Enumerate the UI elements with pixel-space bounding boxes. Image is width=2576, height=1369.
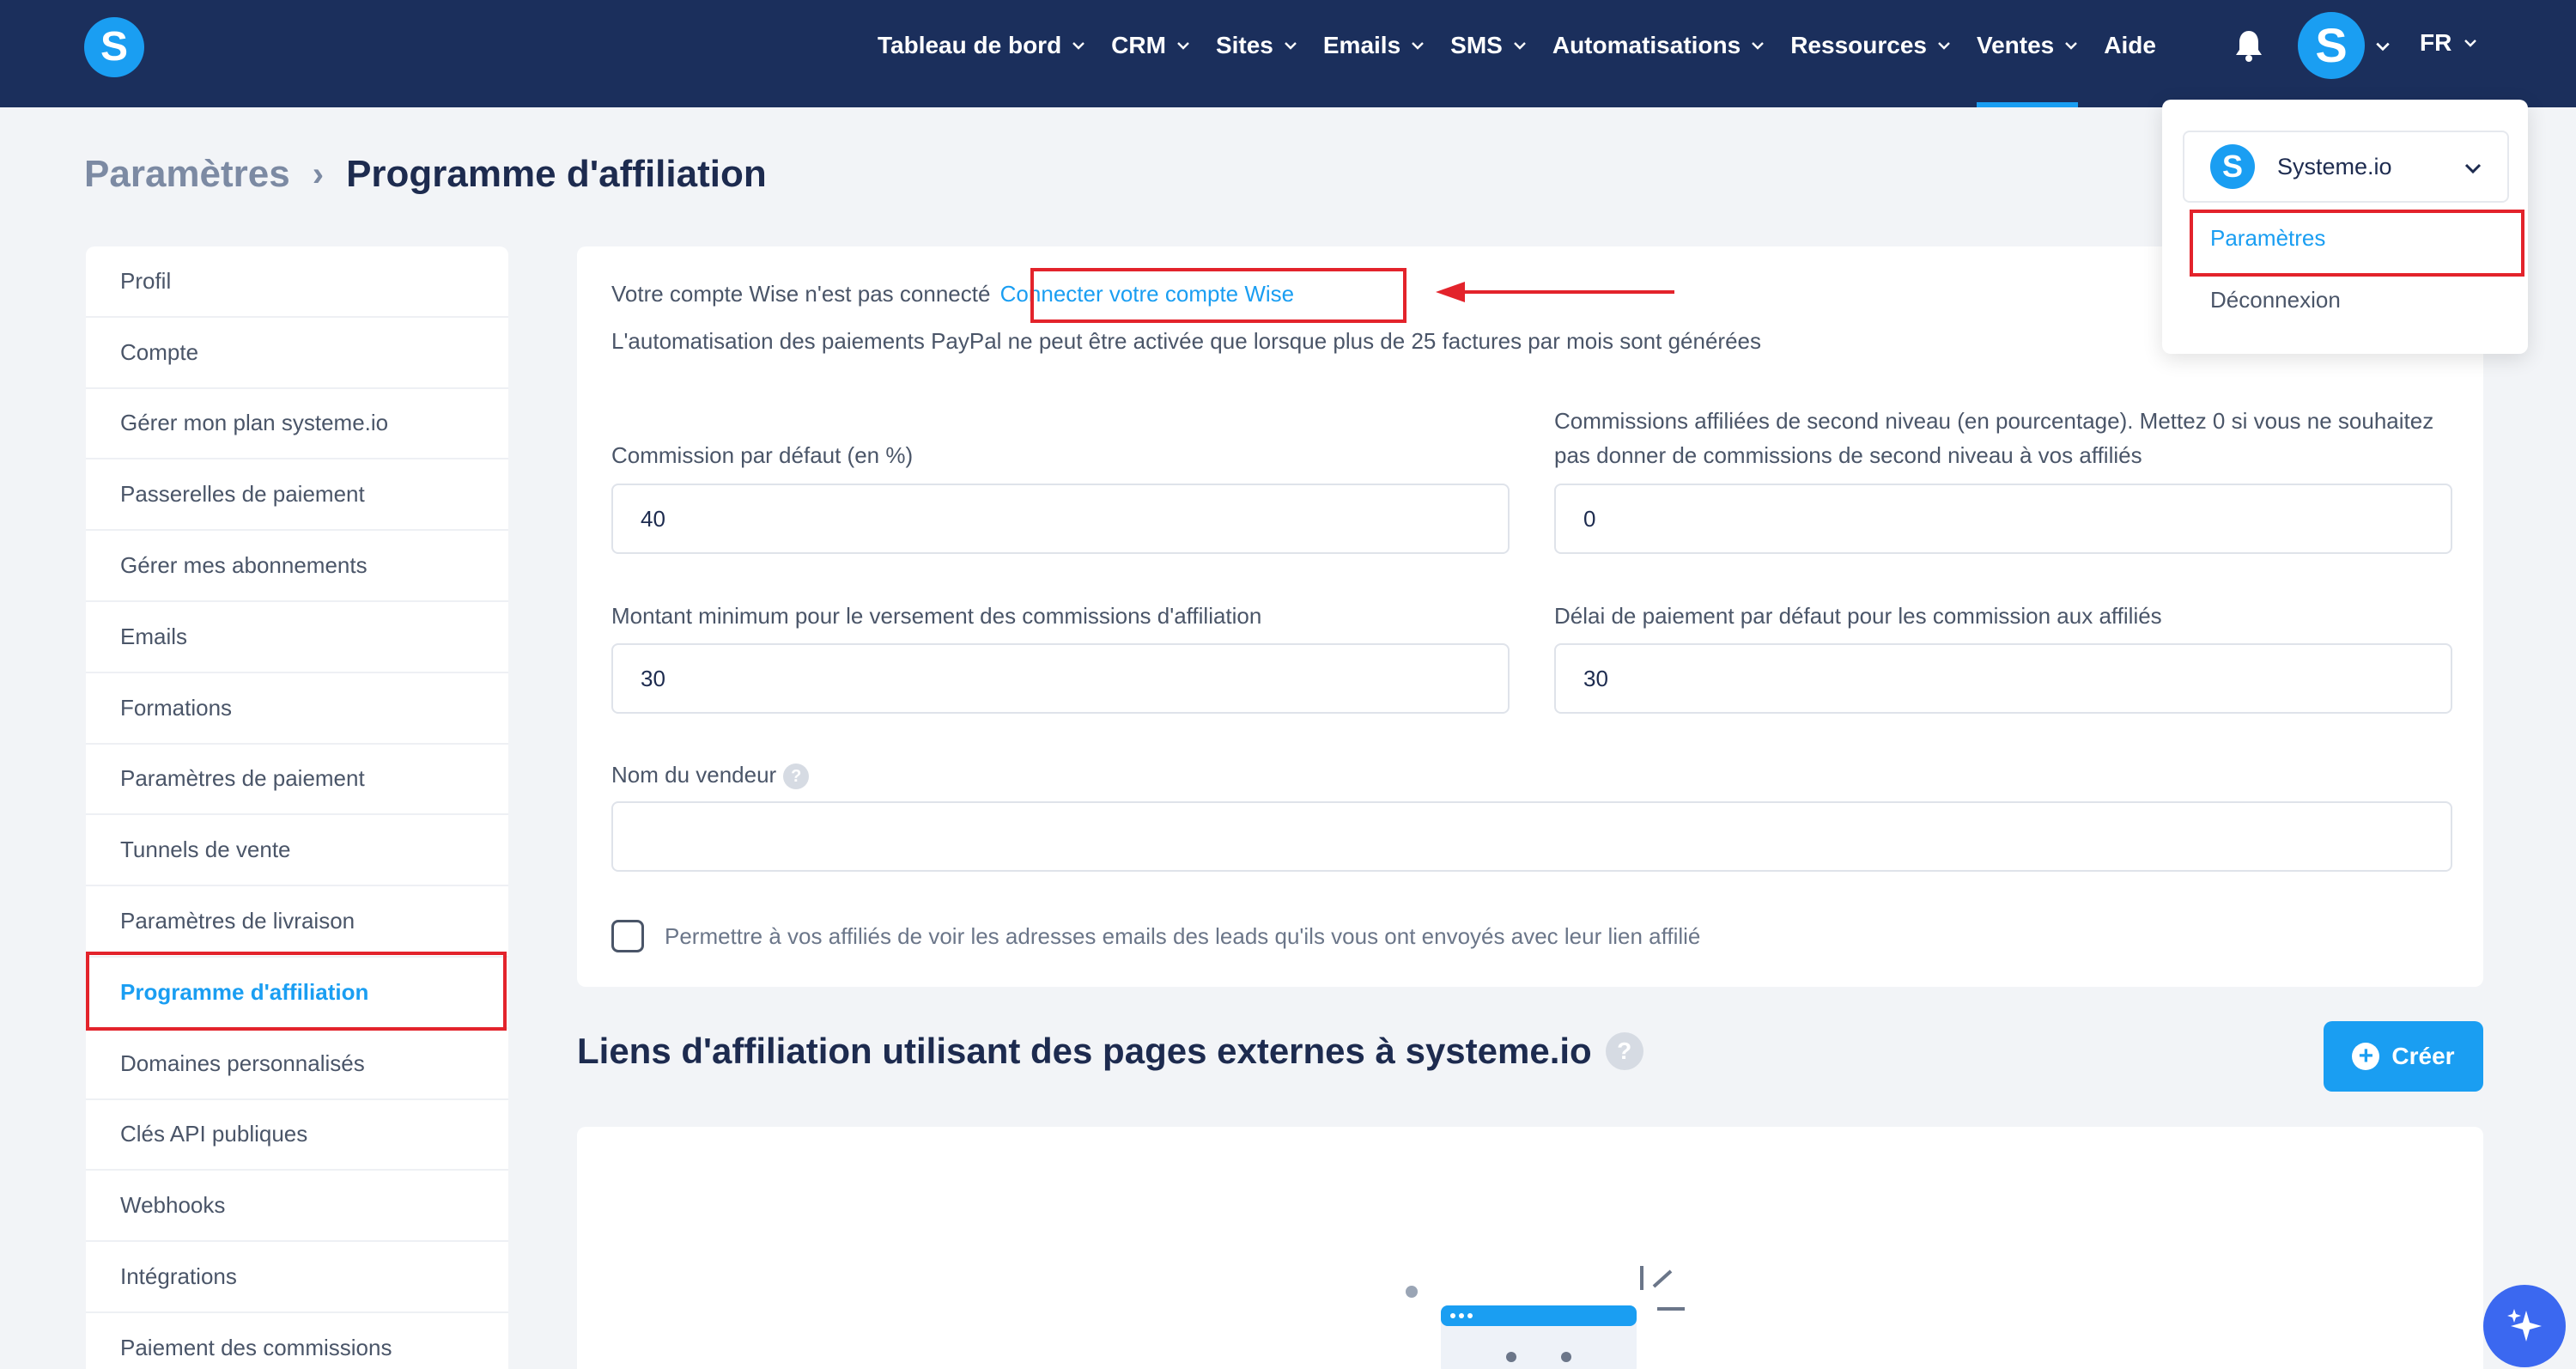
breadcrumb-separator-icon: › [312,155,325,193]
chevron-down-icon [1513,41,1526,50]
annotation-highlight-box [2190,210,2524,277]
sidebar-item-payment-gateways[interactable]: Passerelles de paiement [86,459,508,532]
sidebar-item-webhooks[interactable]: Webhooks [86,1171,508,1243]
affiliate-settings-card: Votre compte Wise n'est pas connecté Con… [577,246,2483,987]
account-logo: S [2210,144,2255,189]
default-commission-input[interactable]: 40 [611,484,1510,554]
nav-item-automations[interactable]: Automatisations [1552,0,1765,90]
settings-sidebar: Profil Compte Gérer mon plan systeme.io … [86,246,508,1369]
annotation-arrow-icon [1436,282,1674,302]
nav-item-sales[interactable]: Ventes [1976,0,2079,107]
sidebar-item-profile[interactable]: Profil [86,246,508,318]
nav-item-help[interactable]: Aide [2104,0,2156,90]
sidebar-item-custom-domains[interactable]: Domaines personnalisés [86,1029,508,1100]
empty-state-illustration-icon [1406,1266,1685,1369]
seller-name-label: Nom du vendeur? [611,758,810,792]
create-button[interactable]: + Créer [2324,1021,2483,1092]
external-links-title: Liens d'affiliation utilisant des pages … [577,1031,1643,1072]
sparkle-icon [2507,1309,2542,1342]
sidebar-item-payment-settings[interactable]: Paramètres de paiement [86,745,508,816]
nav-item-resources[interactable]: Ressources [1790,0,1951,90]
sidebar-item-account[interactable]: Compte [86,318,508,389]
nav-item-crm[interactable]: CRM [1111,0,1190,90]
ai-assistant-button[interactable] [2483,1285,2566,1367]
top-navigation-bar: S Tableau de bord CRM Sites Emails SMS A… [0,0,2576,107]
nav-item-dashboard[interactable]: Tableau de bord [878,0,1085,90]
nav-item-emails[interactable]: Emails [1323,0,1425,90]
chevron-down-icon [2065,41,2078,50]
second-level-commission-input[interactable]: 0 [1554,484,2452,554]
annotation-highlight-box [1030,268,1406,323]
plus-icon: + [2352,1043,2380,1070]
chevron-down-icon [1177,41,1189,50]
bell-icon[interactable] [2234,29,2263,62]
chevron-down-icon [1072,41,1085,50]
show-lead-emails-checkbox[interactable] [611,920,644,952]
avatar[interactable]: S [2298,12,2365,79]
chevron-down-icon [2464,40,2477,47]
breadcrumb: Paramètres › Programme d'affiliation [84,153,767,196]
minimum-payout-label: Montant minimum pour le versement des co… [611,603,1262,629]
help-icon[interactable]: ? [1605,1032,1643,1070]
main-menu: Tableau de bord CRM Sites Emails SMS Aut… [878,0,2182,107]
sidebar-item-shipping[interactable]: Paramètres de livraison [86,886,508,958]
seller-name-input[interactable] [611,801,2452,872]
chevron-down-icon [1285,41,1297,50]
show-lead-emails-label[interactable]: Permettre à vos affiliés de voir les adr… [665,920,1700,952]
default-commission-label: Commission par défaut (en %) [611,442,914,468]
sidebar-item-emails[interactable]: Emails [86,602,508,673]
account-name: Systeme.io [2277,153,2392,179]
language-selector[interactable]: FR [2420,29,2477,57]
sidebar-item-subscriptions[interactable]: Gérer mes abonnements [86,531,508,602]
help-icon[interactable]: ? [783,764,810,790]
chevron-down-icon [1938,41,1950,50]
paypal-notice: L'automatisation des paiements PayPal ne… [611,328,1761,354]
chevron-down-icon [1412,41,1425,50]
payment-delay-input[interactable]: 30 [1554,643,2452,714]
sidebar-item-integrations[interactable]: Intégrations [86,1242,508,1313]
minimum-payout-input[interactable]: 30 [611,643,1510,714]
sidebar-item-plan[interactable]: Gérer mon plan systeme.io [86,389,508,460]
second-level-commission-label: Commissions affiliées de second niveau (… [1554,408,2434,468]
chevron-down-icon[interactable] [2375,39,2391,54]
breadcrumb-parent-link[interactable]: Paramètres [84,153,290,196]
nav-item-sites[interactable]: Sites [1216,0,1297,90]
nav-item-sms[interactable]: SMS [1450,0,1527,90]
annotation-highlight-box [86,952,507,1031]
payment-delay-label: Délai de paiement par défaut pour les co… [1554,603,2162,629]
menu-item-logout[interactable]: Déconnexion [2210,287,2341,313]
account-switcher[interactable]: S Systeme.io [2183,131,2509,203]
sidebar-item-funnels[interactable]: Tunnels de vente [86,815,508,887]
sidebar-item-commission-payouts[interactable]: Paiement des commissions [86,1313,508,1369]
sidebar-item-courses[interactable]: Formations [86,673,508,745]
sidebar-item-api-keys[interactable]: Clés API publiques [86,1100,508,1171]
page-title: Programme d'affiliation [346,153,767,195]
chevron-down-icon [1752,41,1765,50]
chevron-down-icon [2464,163,2482,174]
systeme-logo[interactable]: S [84,17,144,77]
